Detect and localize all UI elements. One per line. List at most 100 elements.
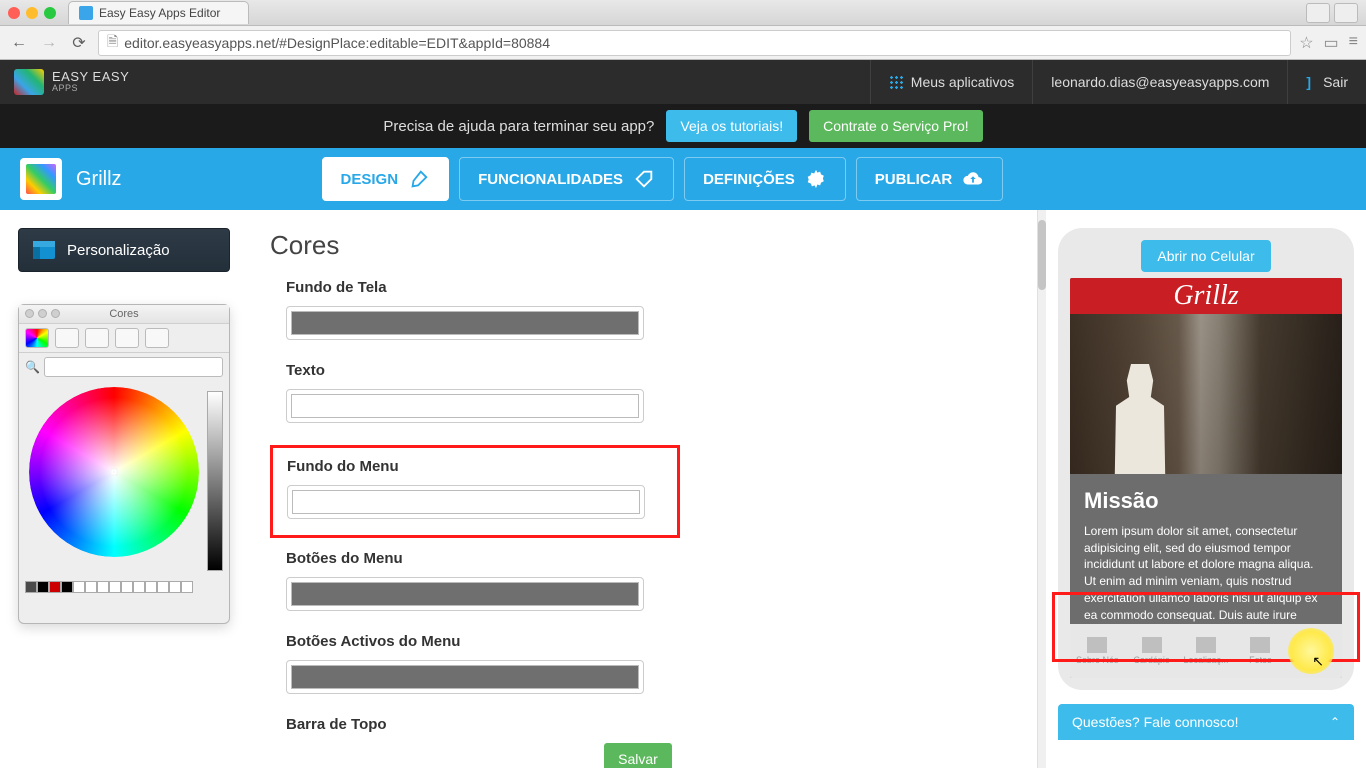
ext-icon[interactable]: ▭ <box>1324 33 1339 53</box>
swatch[interactable] <box>109 581 121 593</box>
left-column: Personalização Cores 🔍 <box>0 210 250 768</box>
picker-search-input[interactable] <box>44 357 223 377</box>
preview-body-text: Lorem ipsum dolor sit amet, consectetur … <box>1084 523 1328 624</box>
favicon-icon <box>79 6 93 20</box>
picker-mode-crayons[interactable] <box>145 328 169 348</box>
maximize-window-icon[interactable] <box>44 7 56 19</box>
color-input-background[interactable] <box>286 306 644 340</box>
exit-icon <box>1306 74 1315 90</box>
app-top-bar: EASY EASY APPS Meus aplicativos leonardo… <box>0 60 1366 104</box>
window-titlebar: Easy Easy Apps Editor <box>0 0 1366 26</box>
bookmark-icon[interactable]: ☆ <box>1299 33 1313 53</box>
address-bar[interactable]: 🗎 editor.easyeasyapps.net/#DesignPlace:e… <box>98 30 1291 56</box>
layout-icon <box>33 241 55 259</box>
swatch[interactable] <box>121 581 133 593</box>
chevron-up-icon: ⌃ <box>1330 715 1340 729</box>
preview-screen: Grillz Missão Lorem ipsum dolor sit amet… <box>1070 278 1342 678</box>
preview-column: Abrir no Celular Grillz Missão Lorem ips… <box>1046 210 1366 768</box>
preview-hero-image <box>1070 314 1342 474</box>
minimize-window-icon[interactable] <box>26 7 38 19</box>
picker-mode-image[interactable] <box>115 328 139 348</box>
gear-icon <box>805 168 827 190</box>
color-input-menu-background[interactable] <box>287 485 645 519</box>
reload-icon[interactable]: ⟳ <box>68 32 90 54</box>
picker-title: Cores <box>19 305 229 324</box>
highlighted-field-wrapper: Fundo do Menu <box>270 445 680 538</box>
swatch[interactable] <box>181 581 193 593</box>
back-icon[interactable]: ← <box>8 32 30 54</box>
chat-widget[interactable]: Questões? Fale connosco! ⌃ <box>1058 704 1354 740</box>
my-apps-link[interactable]: Meus aplicativos <box>870 60 1033 104</box>
preview-tab-about[interactable]: Sobre Nós <box>1070 624 1124 678</box>
image-icon <box>1250 637 1270 653</box>
user-email[interactable]: leonardo.dias@easyeasyapps.com <box>1032 60 1287 104</box>
address-bar-row: ← → ⟳ 🗎 editor.easyeasyapps.net/#DesignP… <box>0 26 1366 60</box>
brand-text: EASY EASY APPS <box>52 70 129 93</box>
preview-tab-menu[interactable]: Cardápio <box>1124 624 1178 678</box>
swatch[interactable] <box>157 581 169 593</box>
signout-link[interactable]: Sair <box>1287 60 1366 104</box>
fullscreen-button[interactable] <box>1334 3 1358 23</box>
bag-icon <box>1087 637 1107 653</box>
preview-tab-location[interactable]: Localizaç... <box>1179 624 1233 678</box>
url-text: editor.easyeasyapps.net/#DesignPlace:edi… <box>124 35 550 51</box>
main-area: Personalização Cores 🔍 <box>0 210 1366 768</box>
color-cursor[interactable] <box>111 469 118 476</box>
label-menu-background: Fundo do Menu <box>287 458 663 475</box>
sidebar-personalization[interactable]: Personalização <box>18 228 230 272</box>
color-input-menu-buttons-active[interactable] <box>286 660 644 694</box>
picker-search-row: 🔍 <box>19 353 229 381</box>
swatch[interactable] <box>145 581 157 593</box>
color-picker-panel[interactable]: Cores 🔍 <box>18 304 230 624</box>
menu-icon[interactable]: ≡ <box>1349 33 1358 53</box>
swatch[interactable] <box>85 581 97 593</box>
label-text: Texto <box>286 362 1006 379</box>
swatch[interactable] <box>25 581 37 593</box>
swatch[interactable] <box>97 581 109 593</box>
color-input-text[interactable] <box>286 389 644 423</box>
field-topbar: Barra de Topo <box>286 716 1006 733</box>
section-heading: Cores <box>270 230 1006 261</box>
swatch[interactable] <box>61 581 73 593</box>
tab-settings[interactable]: DEFINIÇÕES <box>684 157 846 201</box>
forward-icon[interactable]: → <box>38 32 60 54</box>
field-background: Fundo de Tela <box>286 279 1006 340</box>
help-prompt: Precisa de ajuda para terminar seu app? <box>383 118 654 135</box>
label-topbar: Barra de Topo <box>286 716 1006 733</box>
grid-icon <box>889 75 903 89</box>
swatch[interactable] <box>133 581 145 593</box>
swatch[interactable] <box>73 581 85 593</box>
tab-features[interactable]: FUNCIONALIDADES <box>459 157 674 201</box>
label-menu-buttons: Botões do Menu <box>286 550 1006 567</box>
brush-icon <box>408 168 430 190</box>
field-menu-buttons-active: Botões Activos do Menu <box>286 633 1006 694</box>
preview-app-title: Grillz <box>1070 278 1342 314</box>
click-highlight <box>1288 628 1334 674</box>
swatch-row <box>19 581 229 593</box>
scrollbar-thumb[interactable] <box>1038 220 1046 290</box>
editor-nav: Grillz DESIGN FUNCIONALIDADES DEFINIÇÕES… <box>0 148 1366 210</box>
tab-title: Easy Easy Apps Editor <box>99 6 220 20</box>
swatch[interactable] <box>37 581 49 593</box>
color-wheel[interactable] <box>29 387 199 557</box>
preview-tab-photos[interactable]: Fotos <box>1233 624 1287 678</box>
save-button[interactable]: Salvar <box>604 743 672 768</box>
open-on-phone-button[interactable]: Abrir no Celular <box>1141 240 1270 272</box>
tab-design[interactable]: DESIGN <box>322 157 450 201</box>
picker-mode-wheel[interactable] <box>25 328 49 348</box>
picker-mode-sliders[interactable] <box>55 328 79 348</box>
tab-publish[interactable]: PUBLICAR <box>856 157 1004 201</box>
close-window-icon[interactable] <box>8 7 20 19</box>
user-menu-button[interactable] <box>1306 3 1330 23</box>
tutorials-button[interactable]: Veja os tutoriais! <box>666 110 797 142</box>
app-icon[interactable] <box>20 158 62 200</box>
brightness-slider[interactable] <box>207 391 223 571</box>
browser-tab[interactable]: Easy Easy Apps Editor <box>68 1 249 24</box>
picker-mode-palettes[interactable] <box>85 328 109 348</box>
swatch[interactable] <box>49 581 61 593</box>
picker-mode-tabs <box>19 324 229 353</box>
pro-service-button[interactable]: Contrate o Serviço Pro! <box>809 110 983 142</box>
swatch[interactable] <box>169 581 181 593</box>
color-input-menu-buttons[interactable] <box>286 577 644 611</box>
brand[interactable]: EASY EASY APPS <box>0 69 143 95</box>
